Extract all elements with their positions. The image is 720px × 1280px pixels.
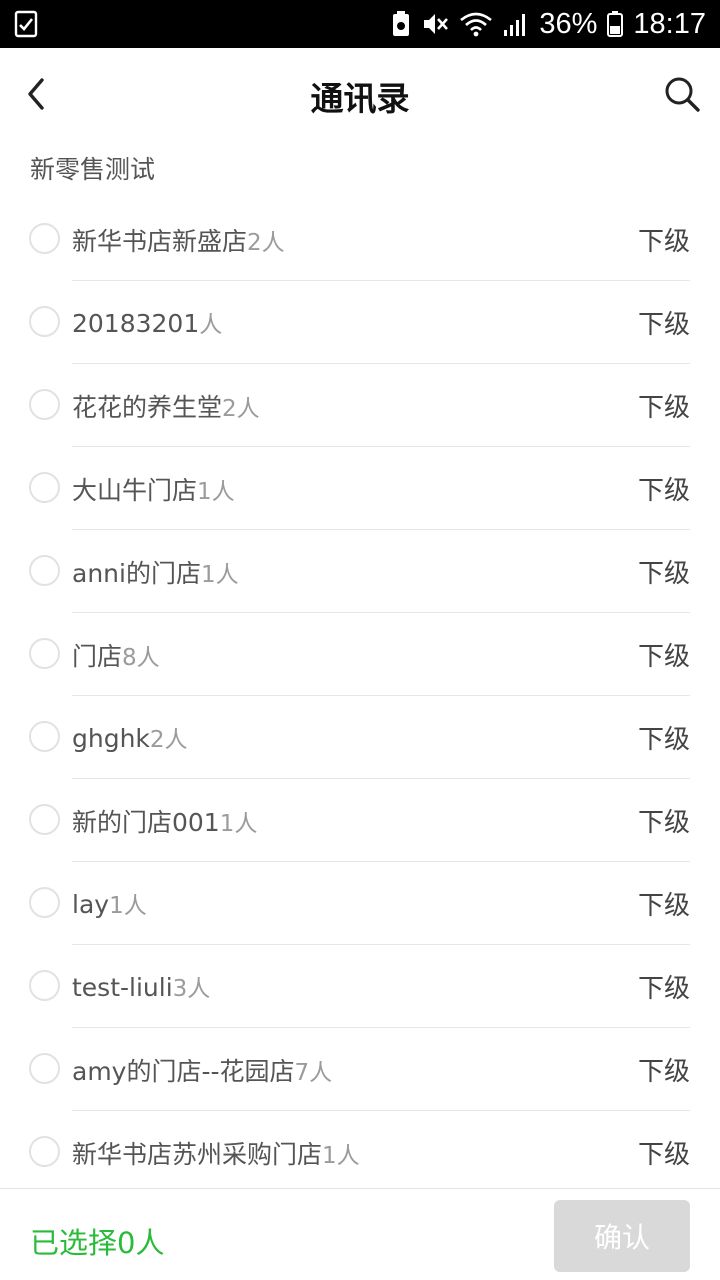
list-item[interactable]: 20183201人 下级 xyxy=(0,281,720,364)
member-count: 人 xyxy=(199,312,223,338)
member-count: 1人 xyxy=(109,893,147,919)
list-item[interactable]: 新的门店0011人 下级 xyxy=(0,779,720,862)
store-name: ghghk2人 xyxy=(72,724,188,753)
select-radio[interactable] xyxy=(29,887,60,918)
clipboard-check-icon xyxy=(14,10,38,38)
store-name: 花花的养生堂2人 xyxy=(72,393,260,422)
section-title: 新零售测试 xyxy=(30,155,156,184)
battery-icon xyxy=(607,11,624,37)
select-radio[interactable] xyxy=(29,721,60,752)
battery-percent: 36% xyxy=(539,7,598,40)
member-count: 1人 xyxy=(322,1143,360,1169)
select-radio[interactable] xyxy=(29,306,60,337)
list-item[interactable]: 新华书店苏州采购门店1人 下级 xyxy=(0,1111,720,1194)
member-count: 8人 xyxy=(122,645,160,671)
header: 通讯录 xyxy=(0,48,720,140)
search-icon[interactable] xyxy=(662,72,702,116)
confirm-button[interactable]: 确认 xyxy=(554,1200,690,1272)
list-item[interactable]: anni的门店1人 下级 xyxy=(0,530,720,613)
store-list: 新华书店新盛店2人 下级 20183201人 下级 花花的养生堂2人 下级 大山… xyxy=(0,198,720,1194)
list-item[interactable]: amy的门店--花园店7人 下级 xyxy=(0,1028,720,1111)
select-radio[interactable] xyxy=(29,223,60,254)
select-radio[interactable] xyxy=(29,1053,60,1084)
store-name: anni的门店1人 xyxy=(72,559,239,588)
subordinate-link[interactable]: 下级 xyxy=(638,304,690,341)
subordinate-link[interactable]: 下级 xyxy=(638,221,690,258)
subordinate-link[interactable]: 下级 xyxy=(638,885,690,922)
select-radio[interactable] xyxy=(29,804,60,835)
list-item[interactable]: 新华书店新盛店2人 下级 xyxy=(0,198,720,281)
store-name: 新华书店新盛店2人 xyxy=(72,227,285,256)
list-item[interactable]: ghghk2人 下级 xyxy=(0,696,720,779)
subordinate-link[interactable]: 下级 xyxy=(638,553,690,590)
status-bar: 36% 18:17 xyxy=(0,0,720,48)
subordinate-link[interactable]: 下级 xyxy=(638,968,690,1005)
status-icons: 36% 18:17 xyxy=(391,0,706,48)
list-item[interactable]: test-liuli3人 下级 xyxy=(0,945,720,1028)
select-radio[interactable] xyxy=(29,555,60,586)
subordinate-link[interactable]: 下级 xyxy=(638,1051,690,1088)
mute-icon xyxy=(424,14,449,34)
battery-saver-icon xyxy=(393,11,410,36)
list-item[interactable]: 门店8人 下级 xyxy=(0,613,720,696)
member-count: 1人 xyxy=(200,562,239,588)
store-name: 20183201人 xyxy=(72,309,223,338)
list-item[interactable]: 花花的养生堂2人 下级 xyxy=(0,364,720,447)
store-name: 新华书店苏州采购门店1人 xyxy=(72,1140,360,1169)
select-radio[interactable] xyxy=(29,1136,60,1167)
selected-count: 已选择0人 xyxy=(30,1226,165,1260)
member-count: 1人 xyxy=(219,811,258,837)
member-count: 1人 xyxy=(197,479,235,505)
select-radio[interactable] xyxy=(29,389,60,420)
store-name: lay1人 xyxy=(72,890,147,919)
select-radio[interactable] xyxy=(29,970,60,1001)
subordinate-link[interactable]: 下级 xyxy=(638,802,690,839)
subordinate-link[interactable]: 下级 xyxy=(638,470,690,507)
wifi-icon xyxy=(460,12,493,37)
subordinate-link[interactable]: 下级 xyxy=(638,1134,690,1171)
page-title: 通讯录 xyxy=(310,79,410,118)
store-name: test-liuli3人 xyxy=(72,973,211,1002)
clock: 18:17 xyxy=(633,7,706,40)
subordinate-link[interactable]: 下级 xyxy=(638,387,690,424)
store-name: amy的门店--花园店7人 xyxy=(72,1057,333,1086)
member-count: 3人 xyxy=(172,976,211,1002)
member-count: 2人 xyxy=(149,727,188,753)
member-count: 2人 xyxy=(222,396,260,422)
bottom-bar: 已选择0人 确认 xyxy=(0,1188,720,1280)
list-item[interactable]: 大山牛门店1人 下级 xyxy=(0,447,720,530)
member-count: 7人 xyxy=(294,1060,333,1086)
subordinate-link[interactable]: 下级 xyxy=(638,636,690,673)
store-name: 门店8人 xyxy=(72,642,160,671)
signal-icon xyxy=(504,14,526,36)
select-radio[interactable] xyxy=(29,472,60,503)
member-count: 2人 xyxy=(247,230,285,256)
store-name: 新的门店0011人 xyxy=(72,808,258,837)
subordinate-link[interactable]: 下级 xyxy=(638,719,690,756)
store-name: 大山牛门店1人 xyxy=(72,476,235,505)
select-radio[interactable] xyxy=(29,638,60,669)
list-item[interactable]: lay1人 下级 xyxy=(0,862,720,945)
